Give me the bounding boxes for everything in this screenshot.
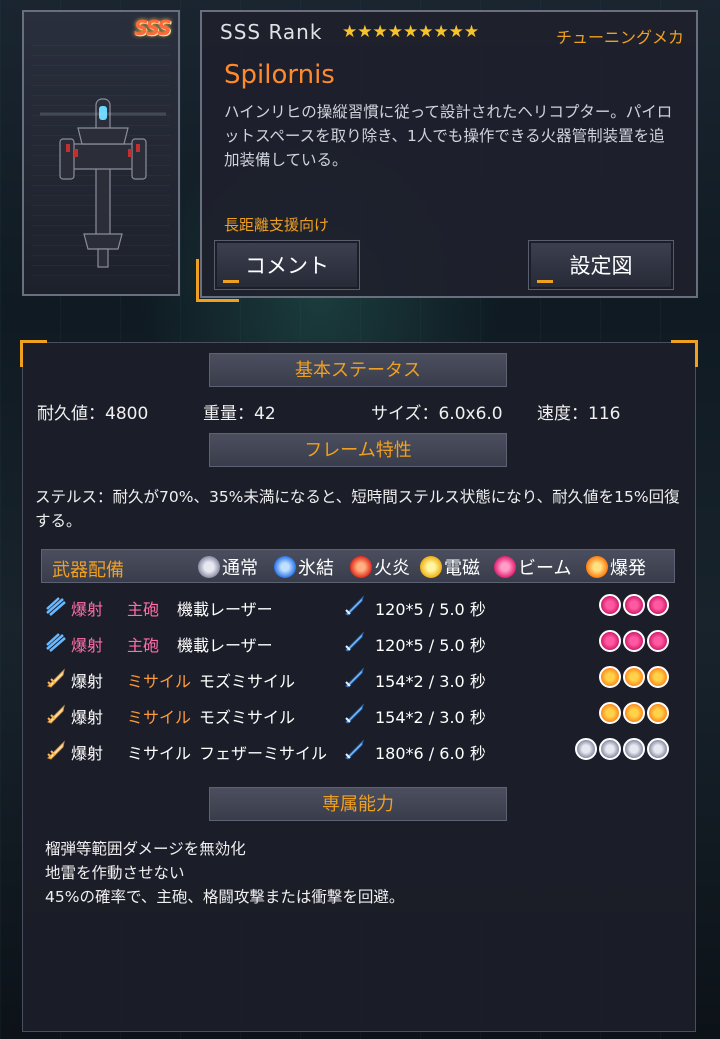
exclusive-ability-header: 専属能力 — [209, 787, 507, 821]
weapon-damage: 154*2 / 3.0 秒 — [375, 708, 486, 727]
sword-icon — [345, 703, 364, 724]
explosion-icon — [647, 666, 669, 688]
weapon-row[interactable]: 爆射 ミサイル モズミサイル 154*2 / 3.0 秒 — [41, 697, 675, 733]
sword-icon — [345, 667, 364, 688]
weapon-damage: 120*5 / 5.0 秒 — [375, 636, 486, 655]
missile-weapon-icon — [47, 704, 65, 724]
beam-damage-dots — [597, 630, 669, 656]
explosion-icon — [647, 702, 669, 724]
weapon-action: 爆射 — [71, 744, 104, 763]
helicopter-icon — [40, 98, 166, 268]
laser-weapon-icon — [46, 597, 66, 616]
basic-status-header: 基本ステータス — [209, 353, 507, 387]
beam-icon — [647, 594, 669, 616]
sword-icon — [345, 595, 364, 616]
unit-info-panel: SSS Rank ★★★★★★★★★ チューニングメカ Spilornis ハイ… — [196, 10, 698, 302]
comment-button[interactable]: コメント — [214, 240, 360, 290]
element-explosion: 爆発 — [586, 554, 646, 580]
weapon-row[interactable]: 爆射 主砲 機載レーザー 120*5 / 5.0 秒 — [41, 625, 675, 661]
frame-trait-header: フレーム特性 — [209, 433, 507, 467]
weapon-name: モズミサイル — [199, 672, 296, 691]
normal-icon — [575, 738, 597, 760]
explosion-icon — [599, 702, 621, 724]
weapon-name: 機載レーザー — [177, 636, 273, 655]
normal-damage-dots — [573, 738, 669, 764]
stats-panel: 基本ステータス 耐久値：4800 重量：42 サイズ：6.0x6.0 速度：11… — [20, 340, 698, 1032]
laser-weapon-icon — [46, 633, 66, 652]
normal-element-icon — [198, 556, 220, 578]
weapon-class: ミサイル — [127, 708, 192, 727]
weapon-row[interactable]: 爆射 ミサイル モズミサイル 154*2 / 3.0 秒 — [41, 661, 675, 697]
beam-icon — [623, 630, 645, 652]
element-beam: ビーム — [494, 554, 571, 580]
weapon-name: モズミサイル — [199, 708, 296, 727]
weapon-damage: 154*2 / 3.0 秒 — [375, 672, 486, 691]
lightning-element-icon — [420, 556, 442, 578]
weapon-list-title: 武器配備 — [52, 560, 124, 581]
ability-line: 45%の確率で、主砲、格闘攻撃または衝撃を回避。 — [45, 888, 405, 906]
fire-element-icon — [350, 556, 372, 578]
unit-description: ハインリヒの操縦習慣に従って設計されたヘリコプター。パイロットスペースを取り除き… — [224, 103, 673, 169]
weapon-list-header: 武器配備 通常 氷結 火炎 電磁 ビーム 爆発 — [41, 549, 675, 583]
element-fire: 火炎 — [350, 554, 410, 580]
ice-element-icon — [274, 556, 296, 578]
beam-icon — [647, 630, 669, 652]
missile-weapon-icon — [47, 668, 65, 688]
weight-stat: 重量：42 — [203, 404, 276, 424]
ability-line: 地雷を作動させない — [45, 864, 185, 882]
missile-weapon-icon — [47, 740, 65, 760]
unit-category: チューニングメカ — [555, 28, 684, 47]
beam-icon — [599, 630, 621, 652]
explosion-icon — [623, 702, 645, 724]
size-stat: サイズ：6.0x6.0 — [371, 404, 503, 424]
weapon-action: 爆射 — [71, 600, 104, 619]
explosion-damage-dots — [597, 666, 669, 692]
exclusive-ability-list: 榴弾等範囲ダメージを無効化 地雷を作動させない 45%の確率で、主砲、格闘攻撃ま… — [45, 837, 404, 909]
unit-image-frame — [32, 44, 170, 276]
durability-stat: 耐久値：4800 — [37, 404, 149, 424]
beam-element-icon — [494, 556, 516, 578]
rank-label: SSS Rank — [220, 20, 323, 44]
normal-icon — [647, 738, 669, 760]
design-diagram-button[interactable]: 設定図 — [528, 240, 674, 290]
element-normal: 通常 — [198, 554, 258, 580]
weapon-class: ミサイル — [127, 744, 192, 763]
frame-trait-text: ステルス：耐久が70%、35%未満になると、短時間ステルス状態になり、耐久値を1… — [35, 488, 680, 530]
explosion-icon — [623, 666, 645, 688]
normal-icon — [599, 738, 621, 760]
weapon-action: 爆射 — [71, 708, 104, 727]
explosion-icon — [599, 666, 621, 688]
weapon-name: 機載レーザー — [177, 600, 273, 619]
ability-line: 榴弾等範囲ダメージを無効化 — [45, 840, 246, 858]
weapon-row[interactable]: 爆射 主砲 機載レーザー 120*5 / 5.0 秒 — [41, 589, 675, 625]
weapon-action: 爆射 — [71, 636, 104, 655]
weapon-row[interactable]: 爆射 ミサイル フェザーミサイル 180*6 / 6.0 秒 — [41, 733, 675, 769]
weapon-damage: 120*5 / 5.0 秒 — [375, 600, 486, 619]
beam-damage-dots — [597, 594, 669, 620]
rarity-stars: ★★★★★★★★★ — [342, 22, 480, 42]
unit-portrait-card[interactable]: SSS — [22, 10, 180, 296]
sword-icon — [345, 739, 364, 760]
rank-badge: SSS — [134, 16, 172, 40]
weapon-class: 主砲 — [127, 600, 160, 619]
weapon-list[interactable]: 武器配備 通常 氷結 火炎 電磁 ビーム 爆発 爆射 主砲 機載レーザー 120… — [41, 549, 675, 771]
explosion-damage-dots — [597, 702, 669, 728]
weapon-action: 爆射 — [71, 672, 104, 691]
weapon-class: 主砲 — [127, 636, 160, 655]
element-emp: 電磁 — [420, 554, 480, 580]
explosion-element-icon — [586, 556, 608, 578]
element-ice: 氷結 — [274, 554, 334, 580]
weapon-class: ミサイル — [127, 672, 192, 691]
beam-icon — [599, 594, 621, 616]
sword-icon — [345, 631, 364, 652]
unit-name: Spilornis — [224, 60, 335, 90]
weapon-damage: 180*6 / 6.0 秒 — [375, 744, 486, 763]
weapon-name: フェザーミサイル — [199, 744, 328, 763]
normal-icon — [623, 738, 645, 760]
speed-stat: 速度：116 — [537, 404, 621, 424]
unit-role: 長距離支援向け — [224, 216, 330, 234]
beam-icon — [623, 594, 645, 616]
